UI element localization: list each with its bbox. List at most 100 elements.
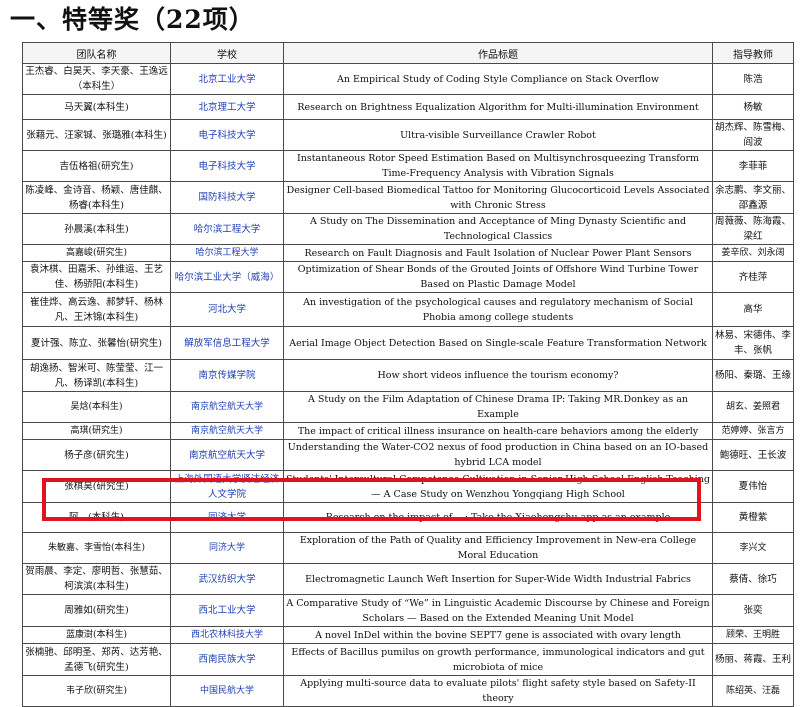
cell-title: An Empirical Study of Coding Style Compl… — [283, 63, 713, 95]
cell-title: An investigation of the psychological ca… — [283, 292, 713, 327]
cell-title: Research on the impact of …: Take the Xi… — [283, 502, 713, 533]
cell-title: Aerial Image Object Detection Based on S… — [283, 326, 713, 360]
table-row: 高嘉峻(研究生) 哈尔滨工程大学 Research on Fault Diagnos… — [22, 244, 794, 262]
cell-title: A Comparative Study of “We” in Linguisti… — [283, 594, 713, 627]
cell-title: A Study on the Film Adaptation of Chines… — [283, 391, 713, 423]
header-advisor: 指导教师 — [712, 42, 794, 64]
cell-team: 蓝康澍(本科生) — [22, 626, 171, 644]
page-title: 一、特等奖（22项） — [10, 5, 255, 34]
cell-school: 同济大学 — [170, 502, 284, 533]
cell-school: 南京传媒学院 — [170, 359, 284, 392]
cell-advisor: 李菲菲 — [712, 150, 794, 182]
cell-title: Effects of Bacillus pumilus on growth pe… — [283, 643, 713, 676]
cell-team: 袁沐棋、田嘉禾、孙维运、王艺佳、杨骄阳(本科生) — [22, 261, 171, 293]
table-row: 陈凌峰、金诗音、杨颖、唐佳麒、杨睿(本科生) 国防科技大学 Designer Cel… — [22, 181, 794, 214]
cell-school: 哈尔滨工程大学 — [170, 213, 284, 245]
cell-team: 崔佳烨、高云逸、郝梦轩、杨林凡、王沐锦(本科生) — [22, 292, 171, 327]
cell-advisor: 蔡倩、徐巧 — [712, 563, 794, 595]
table-row: 阿…(本科生) 同济大学 Research on the impact of …: … — [22, 502, 794, 533]
cell-school: 南京航空航天大学 — [170, 422, 284, 440]
cell-advisor: 林易、宋德伟、李丰、张帆 — [712, 326, 794, 360]
table-row: 张楠驰、邱明圣、郑芮、达芳艳、孟德飞(研究生) 西南民族大学 Effects of … — [22, 643, 794, 676]
cell-advisor: 顾荣、王明胜 — [712, 626, 794, 644]
cell-advisor: 杨阳、秦璐、王缘 — [712, 359, 794, 392]
table-row: 马天翼(本科生) 北京理工大学 Research on Brightness Equ… — [22, 94, 794, 120]
table-row: 贺雨晨、李定、廖明哲、张慧茹、柯滨滨(本科生) 武汉纺织大学 Electromagn… — [22, 563, 794, 595]
cell-school: 中国民航大学 — [170, 675, 284, 707]
table-row: 夏计强、陈立、张馨怡(研究生) 解放军信息工程大学 Aerial Image Obj… — [22, 326, 794, 360]
cell-team: 胡逸扬、智米可、陈莹莹、江一凡、杨译凯(本科生) — [22, 359, 171, 392]
table-row: 朱敏嘉、李雪怡(本科生) 同济大学 Exploration of the Path … — [22, 532, 794, 564]
cell-school: 上海外国语大学贤达经济人文学院 — [170, 470, 284, 503]
cell-advisor: 杨敏 — [712, 94, 794, 120]
table-row: 王杰睿、白昊天、李天豪、王逸远（本科生） 北京工业大学 An Empirical S… — [22, 63, 794, 95]
cell-team: 阿…(本科生) — [22, 502, 171, 533]
cell-advisor: 张奕 — [712, 594, 794, 627]
cell-school: 北京工业大学 — [170, 63, 284, 95]
cell-advisor: 夏伟怡 — [712, 470, 794, 503]
cell-title: Understanding the Water-CO2 nexus of foo… — [283, 439, 713, 471]
table-row: 张棋昊(研究生) 上海外国语大学贤达经济人文学院 Students' Intercu… — [22, 470, 794, 503]
cell-title: Instantaneous Rotor Speed Estimation Bas… — [283, 150, 713, 182]
cell-team: 孙晨溪(本科生) — [22, 213, 171, 245]
cell-team: 吉伍格祖(研究生) — [22, 150, 171, 182]
cell-title: Optimization of Shear Bonds of the Grout… — [283, 261, 713, 293]
table-row: 袁沐棋、田嘉禾、孙维运、王艺佳、杨骄阳(本科生) 哈尔滨工业大学（威海） Optim… — [22, 261, 794, 293]
cell-advisor: 胡玄、姜照君 — [712, 391, 794, 423]
cell-team: 王杰睿、白昊天、李天豪、王逸远（本科生） — [22, 63, 171, 95]
cell-team: 贺雨晨、李定、廖明哲、张慧茹、柯滨滨(本科生) — [22, 563, 171, 595]
header-school: 学校 — [170, 42, 284, 64]
cell-school: 解放军信息工程大学 — [170, 326, 284, 360]
cell-advisor: 范婷婷、张言方 — [712, 422, 794, 440]
cell-team: 高琪(研究生) — [22, 422, 171, 440]
cell-title: The impact of critical illness insurance… — [283, 422, 713, 440]
table-row: 孙晨溪(本科生) 哈尔滨工程大学 A Study on The Disseminat… — [22, 213, 794, 245]
cell-title: How short videos influence the tourism e… — [283, 359, 713, 392]
table-row: 高琪(研究生) 南京航空航天大学 The impact of critical il… — [22, 422, 794, 440]
cell-team: 周雅如(研究生) — [22, 594, 171, 627]
cell-advisor: 陈浩 — [712, 63, 794, 95]
table-row: 杨子彦(研究生) 南京航空航天大学 Understanding the Water-… — [22, 439, 794, 471]
cell-school: 哈尔滨工业大学（威海） — [170, 261, 284, 293]
cell-advisor: 齐桂萍 — [712, 261, 794, 293]
cell-school: 西北工业大学 — [170, 594, 284, 627]
cell-title: Ultra-visible Surveillance Crawler Robot — [283, 119, 713, 151]
cell-school: 西北农林科技大学 — [170, 626, 284, 644]
cell-team: 陈凌峰、金诗音、杨颖、唐佳麒、杨睿(本科生) — [22, 181, 171, 214]
cell-team: 高嘉峻(研究生) — [22, 244, 171, 262]
cell-team: 韦子欣(研究生) — [22, 675, 171, 707]
cell-advisor: 黄橙紫 — [712, 502, 794, 533]
cell-advisor: 鲍德旺、王长波 — [712, 439, 794, 471]
cell-school: 哈尔滨工程大学 — [170, 244, 284, 262]
table-body: 王杰睿、白昊天、李天豪、王逸远（本科生） 北京工业大学 An Empirical S… — [22, 63, 794, 707]
cell-school: 电子科技大学 — [170, 150, 284, 182]
cell-advisor: 陈绍英、汪磊 — [712, 675, 794, 707]
header-team: 团队名称 — [22, 42, 171, 64]
cell-title: Students' Intercultural Competence Culti… — [283, 470, 713, 503]
cell-advisor: 姜辛欣、刘永阔 — [712, 244, 794, 262]
cell-team: 张楠驰、邱明圣、郑芮、达芳艳、孟德飞(研究生) — [22, 643, 171, 676]
table-row: 蓝康澍(本科生) 西北农林科技大学 A novel InDel within the… — [22, 626, 794, 644]
cell-school: 河北大学 — [170, 292, 284, 327]
table-header-row: 团队名称 学校 作品标题 指导教师 — [22, 42, 794, 64]
cell-title: A Study on The Dissemination and Accepta… — [283, 213, 713, 245]
table-row: 周雅如(研究生) 西北工业大学 A Comparative Study of “We… — [22, 594, 794, 627]
cell-school: 武汉纺织大学 — [170, 563, 284, 595]
cell-school: 南京航空航天大学 — [170, 439, 284, 471]
cell-team: 马天翼(本科生) — [22, 94, 171, 120]
cell-team: 朱敏嘉、李雪怡(本科生) — [22, 532, 171, 564]
cell-title: Applying multi-source data to evaluate p… — [283, 675, 713, 707]
cell-title: Research on Brightness Equalization Algo… — [283, 94, 713, 120]
table-row: 张藉元、汪家铖、张璐雅(本科生) 电子科技大学 Ultra-visible Surv… — [22, 119, 794, 151]
cell-team: 杨子彦(研究生) — [22, 439, 171, 471]
cell-team: 张藉元、汪家铖、张璐雅(本科生) — [22, 119, 171, 151]
cell-school: 南京航空航天大学 — [170, 391, 284, 423]
cell-school: 北京理工大学 — [170, 94, 284, 120]
award-table: 团队名称 学校 作品标题 指导教师 王杰睿、白昊天、李天豪、王逸远（本科生） 北京… — [22, 42, 794, 707]
header-title: 作品标题 — [283, 42, 713, 64]
cell-advisor: 余志鹏、李文丽、邵鑫源 — [712, 181, 794, 214]
cell-team: 夏计强、陈立、张馨怡(研究生) — [22, 326, 171, 360]
cell-school: 同济大学 — [170, 532, 284, 564]
cell-school: 西南民族大学 — [170, 643, 284, 676]
cell-title: Electromagnetic Launch Weft Insertion fo… — [283, 563, 713, 595]
